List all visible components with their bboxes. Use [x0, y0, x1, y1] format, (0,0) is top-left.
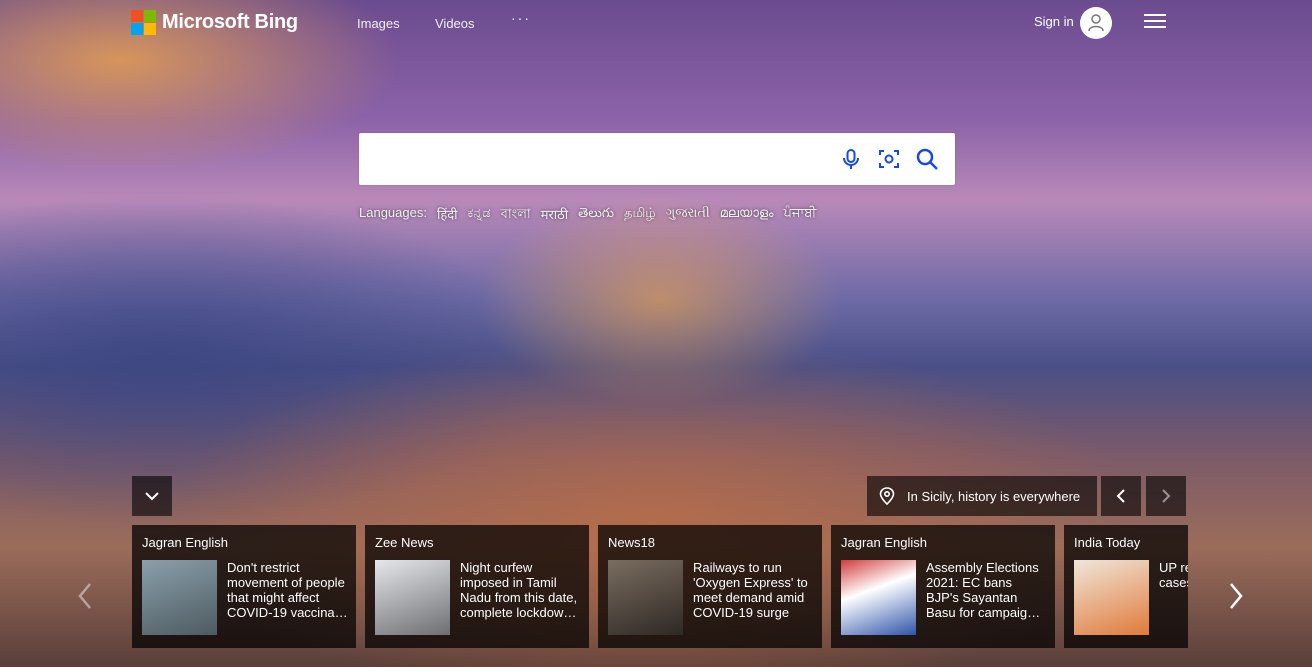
next-image-button[interactable]	[1146, 476, 1186, 516]
news-thumbnail	[142, 560, 217, 635]
chevron-down-icon	[145, 492, 159, 501]
news-previous-icon[interactable]	[74, 580, 98, 612]
news-thumbnail	[608, 560, 683, 635]
news-headline: Assembly Elections 2021: EC bans BJP's S…	[926, 560, 1041, 620]
language-links: Languages: हिंदी ಕನ್ನಡ বাংলা मराठी తెలుగ…	[359, 205, 816, 226]
news-headline: Railways to run 'Oxygen Express' to meet…	[693, 560, 808, 620]
news-source: Zee News	[375, 535, 434, 550]
location-pin-icon	[879, 487, 895, 505]
news-card[interactable]: India Today UP re… fresh… cases… single…	[1064, 525, 1188, 648]
bing-logo[interactable]: Microsoft Bing	[131, 10, 298, 35]
news-source: Jagran English	[841, 535, 927, 550]
brand-name: Microsoft Bing	[162, 11, 298, 33]
previous-image-button[interactable]	[1101, 476, 1141, 516]
visual-search-icon[interactable]	[877, 147, 901, 171]
search-icon[interactable]	[915, 147, 939, 171]
news-headline: UP re… fresh… cases… single…	[1159, 560, 1188, 590]
search-input[interactable]	[375, 145, 829, 175]
news-source: India Today	[1074, 535, 1141, 550]
news-thumbnail	[841, 560, 916, 635]
image-caption: In Sicily, history is everywhere	[907, 488, 1081, 504]
news-next-icon[interactable]	[1223, 580, 1247, 612]
news-card-partial[interactable]: India Today UP re… fresh… cases… single…	[1064, 525, 1188, 648]
language-link[interactable]: मराठी	[541, 205, 568, 226]
language-link[interactable]: ಕನ್ನಡ	[468, 205, 491, 226]
language-link[interactable]: ਪੰਜਾਬੀ	[784, 205, 817, 226]
more-menu-button[interactable]: ···	[511, 10, 531, 26]
news-headline: Night curfew imposed in Tamil Nadu from …	[460, 560, 578, 620]
news-thumbnail	[375, 560, 450, 635]
languages-label: Languages:	[359, 205, 427, 220]
microsoft-logo-icon	[131, 10, 156, 35]
nav-videos[interactable]: Videos	[435, 16, 475, 31]
language-link[interactable]: ગુજરાતી	[666, 205, 710, 226]
language-link[interactable]: മലയാളം	[720, 205, 774, 226]
avatar-icon[interactable]	[1080, 7, 1112, 39]
image-info-button[interactable]: In Sicily, history is everywhere	[867, 476, 1097, 516]
news-card[interactable]: Zee News Night curfew imposed in Tamil N…	[365, 525, 589, 648]
news-card[interactable]: News18 Railways to run 'Oxygen Express' …	[598, 525, 822, 648]
chevron-right-icon	[1162, 489, 1171, 503]
news-thumbnail	[1074, 560, 1149, 635]
nav-images[interactable]: Images	[357, 16, 400, 31]
chevron-left-icon	[1116, 489, 1125, 503]
language-link[interactable]: বাংলা	[501, 205, 531, 226]
news-source: Jagran English	[142, 535, 228, 550]
hamburger-menu-icon[interactable]	[1144, 14, 1166, 30]
search-box	[359, 133, 955, 185]
news-source: News18	[608, 535, 655, 550]
language-link[interactable]: తెలుగు	[578, 205, 614, 226]
sign-in-link[interactable]: Sign in	[1034, 14, 1074, 29]
news-card[interactable]: Jagran English Assembly Elections 2021: …	[831, 525, 1055, 648]
microphone-icon[interactable]	[839, 147, 863, 171]
language-link[interactable]: தமிழ்	[624, 205, 656, 226]
news-card[interactable]: Jagran English Don't restrict movement o…	[132, 525, 356, 648]
top-bar: Microsoft Bing Images Videos ··· Sign in	[0, 0, 1312, 48]
language-link[interactable]: हिंदी	[437, 205, 458, 226]
collapse-news-button[interactable]	[132, 476, 172, 516]
news-headline: Don't restrict movement of people that m…	[227, 560, 348, 620]
